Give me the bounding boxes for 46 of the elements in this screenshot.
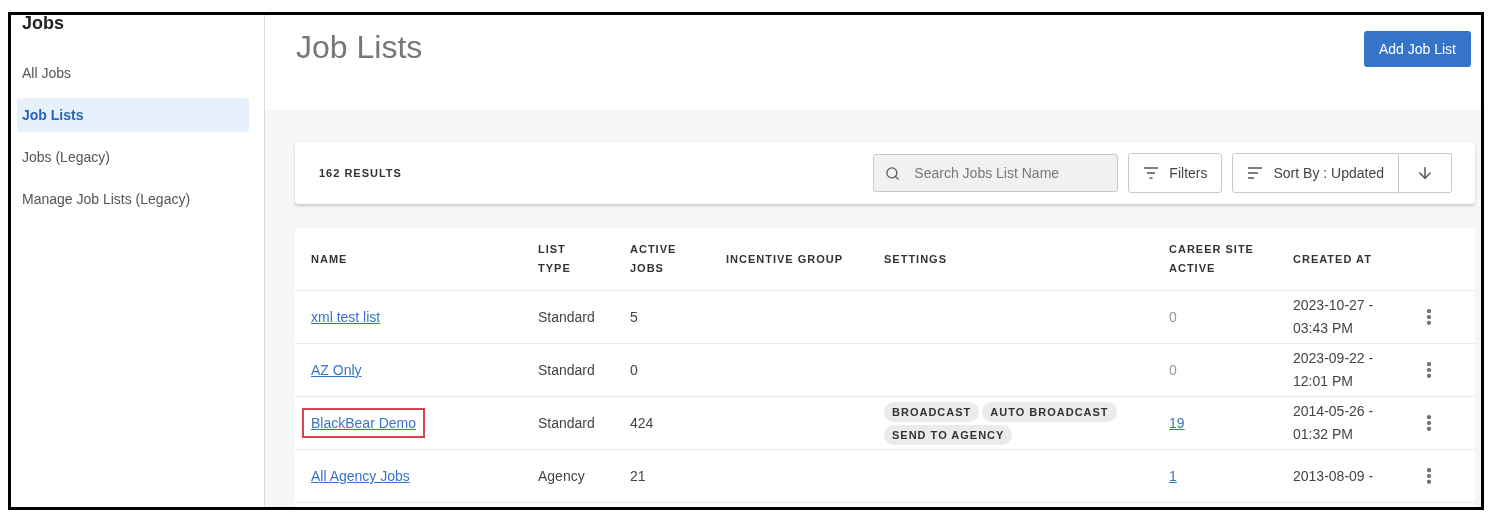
column-header: CREATED AT [1293, 251, 1373, 267]
table-cell: 0 [1169, 309, 1177, 325]
table-cell-text: Standard [538, 415, 596, 431]
column-header: LIST TYPE [538, 242, 572, 276]
table-cell-text: 2013-08-09 - [1293, 466, 1375, 486]
arrow-down-icon [1416, 164, 1434, 182]
sidebar-title: Jobs [21, 15, 65, 35]
sidebar-item[interactable]: Job Lists [17, 98, 249, 132]
results-count: 162 RESULTS [319, 167, 402, 179]
table-cell-text: 21 [630, 468, 647, 484]
search-field[interactable]: Search Jobs List Name [873, 154, 1119, 192]
table-cell-text: 5 [630, 309, 639, 325]
career-site-link[interactable]: 19 [1169, 415, 1185, 431]
column-header: ACTIVE JOBS [630, 242, 678, 276]
setting-tag: SEND TO AGENCY [884, 424, 1013, 445]
sidebar-item[interactable]: All Jobs [17, 56, 249, 90]
career-site-link[interactable]: 1 [1169, 468, 1177, 484]
job-list-link[interactable]: All Agency Jobs [311, 468, 410, 484]
column-header: INCENTIVE GROUP [726, 251, 845, 267]
table-cell: 0 [1169, 362, 1177, 378]
table-cell-text: 2023-09-22 - 12:01 PM [1293, 349, 1375, 391]
job-list-link[interactable]: AZ Only [311, 362, 362, 378]
table-cell-text: Standard [538, 309, 596, 325]
sidebar-item[interactable]: Manage Job Lists (Legacy) [17, 182, 249, 216]
job-list-link[interactable]: BlackBear Demo [302, 408, 426, 438]
table-cell-text: 2014-05-26 - 01:32 PM [1293, 402, 1375, 444]
search-icon [885, 166, 901, 181]
setting-tag: AUTO BROADCAST [982, 401, 1117, 422]
table-cell-text: 424 [630, 415, 655, 431]
filters-button[interactable]: Filters [1128, 153, 1223, 193]
add-job-list-button[interactable]: Add Job List [1363, 31, 1471, 67]
table-cell-text: Agency [538, 468, 586, 484]
column-header: NAME [311, 251, 349, 267]
page-title: Job Lists [296, 29, 423, 66]
sort-icon [1247, 167, 1264, 179]
filter-icon [1143, 167, 1160, 179]
sidebar-item[interactable]: Jobs (Legacy) [17, 140, 249, 174]
sort-direction-button[interactable] [1399, 153, 1452, 193]
column-header: CAREER SITE ACTIVE [1169, 242, 1255, 276]
table-cell-text: Standard [538, 362, 596, 378]
job-list-link[interactable]: xml test list [311, 309, 381, 325]
table-cell-text: 2023-10-27 - 03:43 PM [1293, 296, 1375, 338]
setting-tag: BROADCAST [884, 401, 980, 422]
sort-button[interactable]: Sort By : Updated [1232, 153, 1399, 193]
table-cell-text: 0 [630, 362, 639, 378]
column-header: SETTINGS [884, 251, 948, 267]
